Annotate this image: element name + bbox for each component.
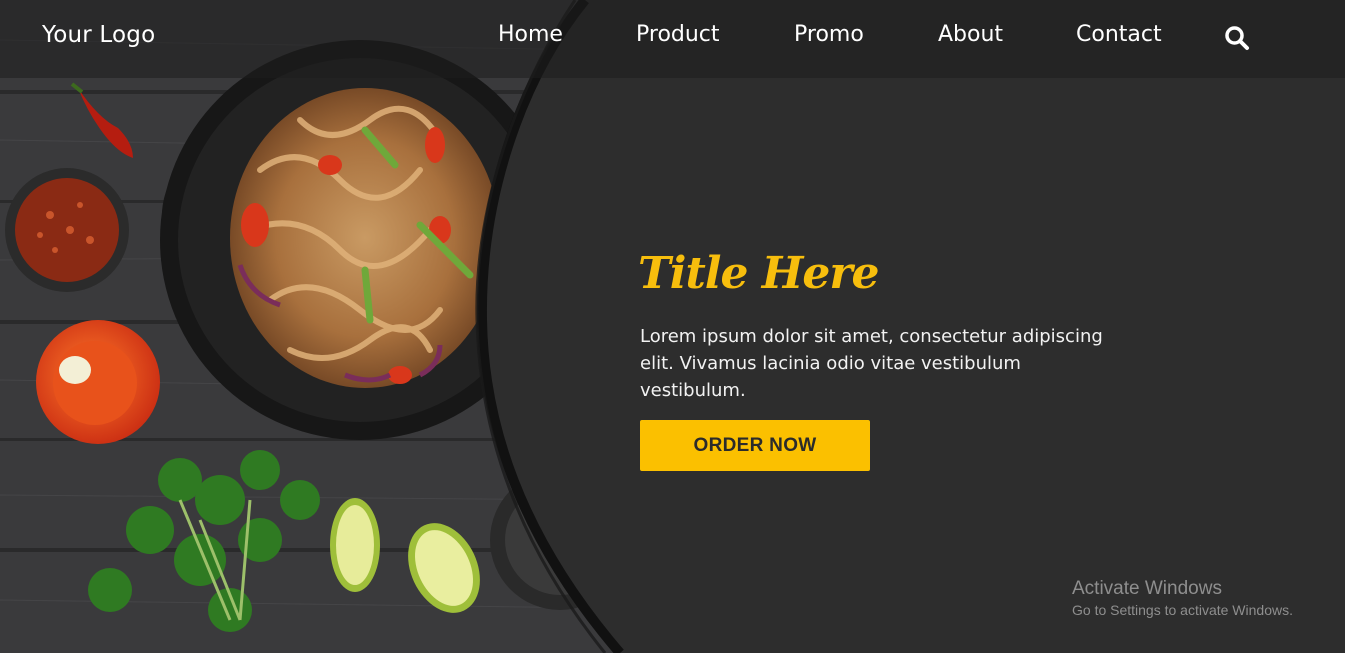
nav-link-promo[interactable]: Promo <box>794 22 864 47</box>
nav-link-home[interactable]: Home <box>498 22 563 47</box>
order-now-button[interactable]: ORDER NOW <box>640 420 870 471</box>
top-navbar: Your Logo Home Product Promo About Conta… <box>0 0 1345 78</box>
nav-link-about[interactable]: About <box>938 22 1003 47</box>
hero-description: Lorem ipsum dolor sit amet, consectetur … <box>640 326 1103 401</box>
site-logo[interactable]: Your Logo <box>42 22 155 48</box>
nav-link-product[interactable]: Product <box>636 22 720 47</box>
hero-title: Title Here <box>638 248 880 299</box>
activate-windows-watermark: Activate Windows Go to Settings to activ… <box>1072 578 1293 618</box>
watermark-title: Activate Windows <box>1072 578 1222 599</box>
nav-link-contact[interactable]: Contact <box>1076 22 1162 47</box>
watermark-subtitle: Go to Settings to activate Windows. <box>1072 602 1293 618</box>
search-icon[interactable] <box>1224 25 1250 51</box>
